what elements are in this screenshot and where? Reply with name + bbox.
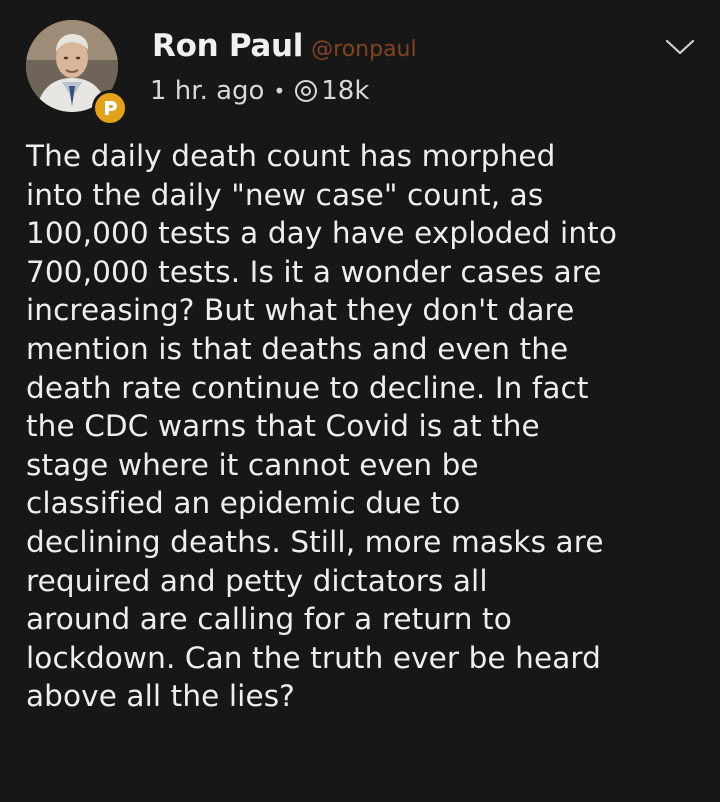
- post-header: Ron Paul @ronpaul 1 hr. ago • 18k: [22, 20, 702, 126]
- author-handle[interactable]: @ronpaul: [311, 37, 416, 62]
- post-meta: 1 hr. ago • 18k: [150, 76, 369, 106]
- eye-icon: [294, 79, 318, 103]
- author-row: Ron Paul @ronpaul: [152, 28, 417, 64]
- chevron-down-icon: [665, 39, 695, 55]
- author-name[interactable]: Ron Paul: [152, 28, 303, 64]
- avatar-container[interactable]: [22, 20, 128, 126]
- meta-separator: •: [273, 79, 286, 103]
- parler-badge-icon: [92, 90, 128, 126]
- post-body-text: The daily death count has morphed into t…: [26, 139, 617, 714]
- post-menu-button[interactable]: [664, 36, 696, 58]
- post-time: 1 hr. ago: [150, 76, 265, 106]
- view-count: 18k: [321, 76, 370, 106]
- post-card: Ron Paul @ronpaul 1 hr. ago • 18k The dai…: [0, 0, 720, 802]
